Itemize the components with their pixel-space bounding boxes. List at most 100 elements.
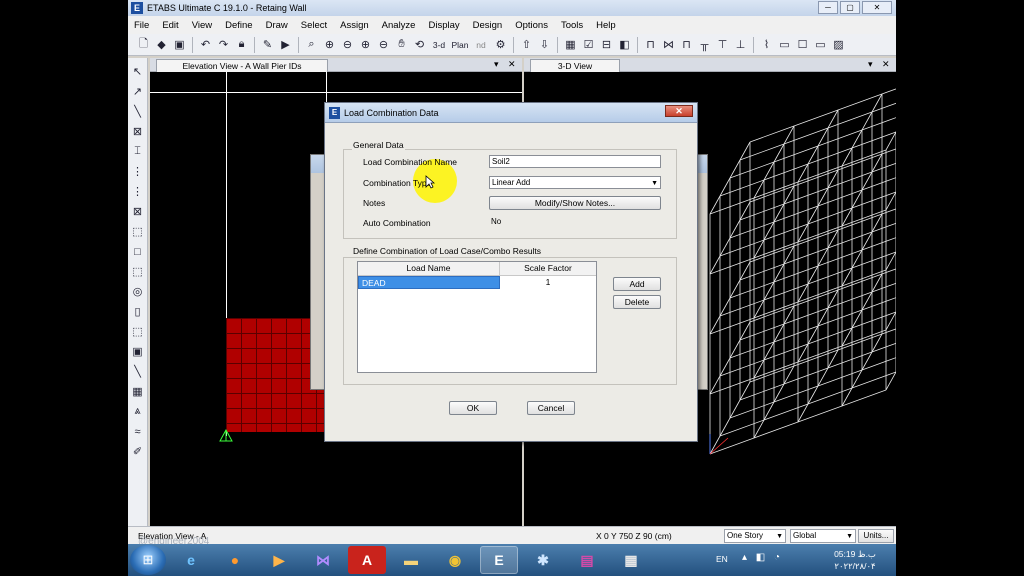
zoom-previous-icon[interactable]: ⊕ [358,37,373,52]
draw-x-brace-icon[interactable]: ⊠ [130,204,145,219]
grid-tool-icon[interactable]: ▦ [130,384,145,399]
file-explorer-icon[interactable]: ▬ [392,546,430,574]
draw-link-icon[interactable]: ▣ [130,344,145,359]
tab-elevation-view[interactable]: Elevation View - A Wall Pier IDs [156,59,328,72]
draw-quad-area-icon[interactable]: ◎ [130,284,145,299]
move-down-icon[interactable]: ⇩ [537,37,552,52]
draw-area-icon[interactable]: ⬚ [130,224,145,239]
panel-close-icon[interactable]: ✕ [508,59,516,70]
visual-studio-icon[interactable]: ⋈ [304,546,342,574]
section-cut-icon[interactable]: ⊓ [643,37,658,52]
pointer-icon[interactable]: ↖ [130,64,145,79]
elevation-view-button[interactable]: nd [472,37,490,52]
menu-analyze[interactable]: Analyze [382,20,416,31]
taskbar-clock[interactable]: 05:19 ب.ظ ۲۰۲۲/۲۸/۰۴ [824,548,886,572]
pen-icon[interactable]: ✐ [130,444,145,459]
rotate-3d-icon[interactable]: ⟲ [412,37,427,52]
combo-name-field[interactable]: Soil2 [489,155,661,168]
menu-assign[interactable]: Assign [340,20,369,31]
reshape-icon[interactable]: ↗ [130,84,145,99]
menu-design[interactable]: Design [473,20,503,31]
coordinate-system-select[interactable]: Global ▼ [790,529,856,543]
draw-frame-icon[interactable]: ⊠ [130,124,145,139]
language-indicator[interactable]: EN [716,554,728,564]
draw-line-icon[interactable]: ╲ [130,104,145,119]
panel-dropdown-icon[interactable]: ▾ [494,59,499,70]
draw-rect-area-icon[interactable]: □ [130,244,145,259]
menu-select[interactable]: Select [301,20,327,31]
menu-tools[interactable]: Tools [561,20,583,31]
dimension-icon[interactable]: ≈ [130,424,145,439]
scale-factor-cell[interactable]: 1 [500,276,596,289]
winrar-icon[interactable]: ▤ [568,546,606,574]
calculator-icon[interactable]: ▦ [612,546,650,574]
undo-icon[interactable]: ↶ [198,37,213,52]
menu-file[interactable]: File [134,20,149,31]
menu-options[interactable]: Options [515,20,548,31]
new-file-icon[interactable]: 🗋 [136,37,151,52]
start-button-icon[interactable]: ⊞ [130,545,166,575]
frame-icon[interactable]: ╥ [697,37,712,52]
load-name-cell[interactable]: DEAD [358,276,500,289]
maximize-button[interactable]: ▢ [840,1,860,14]
table-row[interactable]: DEAD 1 [358,276,596,289]
pan-icon[interactable]: ✋︎ [394,37,409,52]
beam-icon[interactable]: ⋈ [661,37,676,52]
dialog-close-button[interactable]: ✕ [665,105,693,117]
checkbox-icon[interactable]: ☑ [581,37,596,52]
draw-tendon-icon[interactable]: ╲ [130,364,145,379]
opening-icon[interactable]: ▭ [777,37,792,52]
quick-draw-icon[interactable]: ⋮ [130,164,145,179]
menu-define[interactable]: Define [225,20,252,31]
menu-view[interactable]: View [192,20,212,31]
delete-button[interactable]: Delete [613,295,661,309]
draw-opening-icon[interactable]: ⬚ [130,324,145,339]
object-shrink-icon[interactable]: ⚙ [493,37,508,52]
wall-icon[interactable]: ⊥ [733,37,748,52]
draw-node-icon[interactable]: ⌶ [130,144,145,159]
modify-notes-button[interactable]: Modify/Show Notes... [489,196,661,210]
3d-view-button[interactable]: 3-d [430,37,448,52]
zoom-out-icon[interactable]: ⊖ [340,37,355,52]
slab-icon[interactable]: ⌇ [759,37,774,52]
run-analysis-icon[interactable]: ▶ [278,37,293,52]
chrome-icon[interactable]: ◉ [436,546,474,574]
ok-button[interactable]: OK [449,401,497,415]
paint-icon[interactable]: ✱ [524,546,562,574]
column-header-load-name[interactable]: Load Name [358,262,500,275]
open-folder-icon[interactable]: ◆ [154,37,169,52]
internet-explorer-icon[interactable]: e [172,546,210,574]
cancel-button[interactable]: Cancel [527,401,575,415]
panel-dropdown-icon[interactable]: ▾ [868,59,873,70]
object-fill-icon[interactable]: ◧ [617,37,632,52]
firefox-icon[interactable]: ● [216,546,254,574]
menu-edit[interactable]: Edit [162,20,178,31]
panel-close-icon[interactable]: ✕ [882,59,890,70]
zoom-next-icon[interactable]: ⊖ [376,37,391,52]
zoom-in-icon[interactable]: ⊕ [322,37,337,52]
media-player-icon[interactable]: ▶ [260,546,298,574]
plan-view-button[interactable]: Plan [451,37,469,52]
grid-options-icon[interactable]: ▦ [563,37,578,52]
pencil-icon[interactable]: ✎ [260,37,275,52]
menu-draw[interactable]: Draw [266,20,288,31]
redo-icon[interactable]: ↷ [216,37,231,52]
restraint-icon[interactable]: ☐ [795,37,810,52]
spring-icon[interactable]: ⩓ [130,404,145,419]
units-button[interactable]: Units... [858,529,894,543]
brace-icon[interactable]: ⊤ [715,37,730,52]
move-up-icon[interactable]: ⇧ [519,37,534,52]
zoom-window-icon[interactable]: ⌕ [304,37,319,52]
link-icon[interactable]: ▭ [813,37,828,52]
menu-display[interactable]: Display [428,20,459,31]
menu-help[interactable]: Help [596,20,616,31]
etabs-taskbar-icon[interactable]: E [480,546,518,574]
column-icon[interactable]: ⊓ [679,37,694,52]
tendon-icon[interactable]: ▨ [831,37,846,52]
story-select[interactable]: One Story ▼ [724,529,786,543]
draw-wall-icon[interactable]: ▯ [130,304,145,319]
system-tray-icons[interactable]: ▴ ◧ ◔ [742,552,783,563]
minimize-button[interactable]: ─ [818,1,838,14]
display-options-icon[interactable]: ⊟ [599,37,614,52]
column-header-scale-factor[interactable]: Scale Factor [500,262,596,275]
